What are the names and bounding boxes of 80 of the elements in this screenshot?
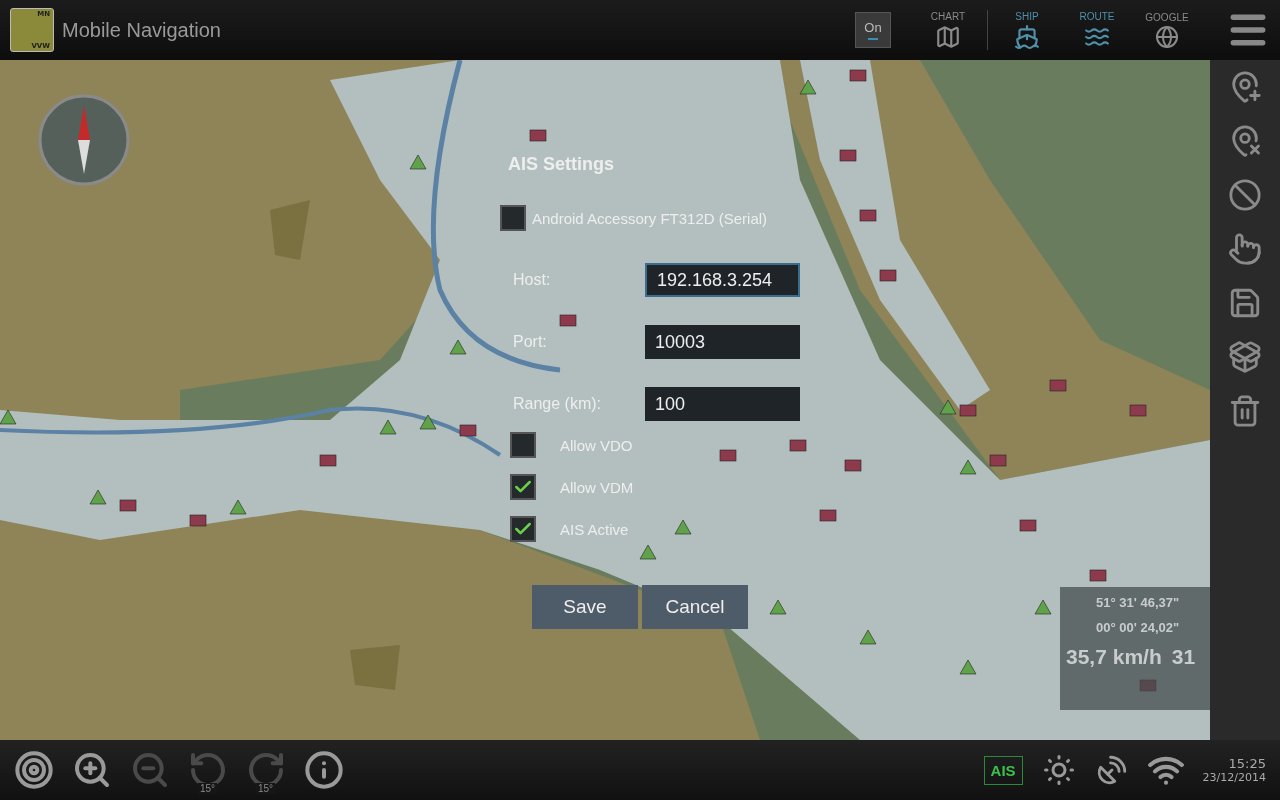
buoy-icon bbox=[819, 509, 837, 522]
mode-tab[interactable]: SHIP bbox=[996, 10, 1058, 50]
buoy-icon bbox=[0, 409, 17, 425]
buoy-icon bbox=[449, 339, 467, 355]
on-toggle[interactable]: On bbox=[855, 12, 891, 48]
checkbox[interactable] bbox=[500, 205, 526, 231]
compass-icon bbox=[38, 94, 130, 186]
hand-pointer-icon[interactable] bbox=[1228, 232, 1262, 266]
zoom-in-icon[interactable] bbox=[72, 750, 112, 790]
dialog-button[interactable]: Save bbox=[532, 585, 638, 629]
buoy-icon bbox=[799, 79, 817, 95]
buoy-icon bbox=[844, 459, 862, 472]
field-label: Port: bbox=[513, 333, 547, 351]
checkbox-label: Android Accessory FT312D (Serial) bbox=[532, 209, 768, 227]
input-field[interactable]: 10003 bbox=[645, 325, 800, 359]
buoy-icon bbox=[419, 414, 437, 430]
input-field[interactable]: 100 bbox=[645, 387, 800, 421]
ship-icon bbox=[1014, 23, 1040, 50]
buoy-icon bbox=[959, 459, 977, 475]
buoy-icon bbox=[229, 499, 247, 515]
buoy-icon bbox=[859, 629, 877, 645]
dialog-title: AIS Settings bbox=[508, 154, 615, 175]
buoy-icon bbox=[1089, 569, 1107, 582]
target-icon[interactable] bbox=[14, 750, 54, 790]
buoy-icon bbox=[89, 489, 107, 505]
input-field[interactable]: 192.168.3.254 bbox=[645, 263, 800, 297]
buoy-icon bbox=[379, 419, 397, 435]
checkbox[interactable] bbox=[510, 474, 536, 500]
field-label: Range (km): bbox=[513, 395, 602, 413]
longitude-text: 00° 00' 24,02" bbox=[1096, 620, 1180, 635]
buoy-icon bbox=[959, 659, 977, 675]
buoy-icon bbox=[939, 399, 957, 415]
buoy-icon bbox=[1129, 404, 1147, 417]
dialog-button[interactable]: Cancel bbox=[642, 585, 748, 629]
clock-date: 23/12/2014 bbox=[1202, 771, 1266, 784]
field-label: Host: bbox=[513, 271, 551, 289]
buoy-icon bbox=[879, 269, 897, 282]
buoy-icon bbox=[719, 449, 737, 462]
buoy-icon bbox=[639, 544, 657, 560]
latitude-text: 51° 31' 46,37" bbox=[1096, 595, 1180, 610]
buoy-icon bbox=[119, 499, 137, 512]
speed-text: 35,7 km/h bbox=[1066, 645, 1162, 669]
field-area bbox=[270, 200, 310, 260]
info-icon[interactable] bbox=[304, 750, 344, 790]
buoy-icon bbox=[1034, 599, 1052, 615]
checkbox[interactable] bbox=[510, 432, 536, 458]
buoy-icon bbox=[789, 439, 807, 452]
app-title: Mobile Navigation bbox=[62, 18, 222, 42]
mode-tab[interactable]: ROUTE bbox=[1066, 10, 1128, 50]
buoy-icon bbox=[839, 149, 857, 162]
buoy-icon bbox=[189, 514, 207, 527]
ais-indicator[interactable]: AIS bbox=[983, 755, 1023, 785]
globe-icon bbox=[1155, 24, 1179, 49]
clock-time: 15:25 bbox=[1228, 756, 1266, 771]
buoy-icon bbox=[859, 209, 877, 222]
buoy-icon bbox=[1049, 379, 1067, 392]
no-route-icon[interactable] bbox=[1228, 178, 1262, 212]
field-area bbox=[350, 645, 400, 690]
map-icon bbox=[935, 23, 961, 50]
buoy-icon bbox=[1019, 519, 1037, 532]
buoy-icon bbox=[409, 154, 427, 170]
buoy-icon bbox=[559, 314, 577, 327]
buoy-icon bbox=[674, 519, 692, 535]
trash-icon[interactable] bbox=[1228, 394, 1262, 428]
buoy-icon bbox=[529, 129, 547, 142]
box-icon[interactable] bbox=[1228, 340, 1262, 374]
mode-tab[interactable]: CHART bbox=[917, 10, 979, 50]
buoy-icon bbox=[319, 454, 337, 467]
checkbox-label: AIS Active bbox=[560, 520, 629, 538]
checkbox-label: Allow VDM bbox=[560, 478, 634, 496]
checkbox[interactable] bbox=[510, 516, 536, 542]
mode-tab[interactable]: GOOGLE bbox=[1136, 11, 1198, 49]
course-text: 31 bbox=[1171, 645, 1196, 669]
buoy-icon bbox=[959, 404, 977, 417]
checkbox-label: Allow VDO bbox=[560, 436, 633, 454]
save-icon[interactable] bbox=[1228, 286, 1262, 320]
buoy-icon bbox=[459, 424, 477, 437]
buoy-icon bbox=[769, 599, 787, 615]
buoy-icon bbox=[989, 454, 1007, 467]
buoy-icon bbox=[849, 69, 867, 82]
